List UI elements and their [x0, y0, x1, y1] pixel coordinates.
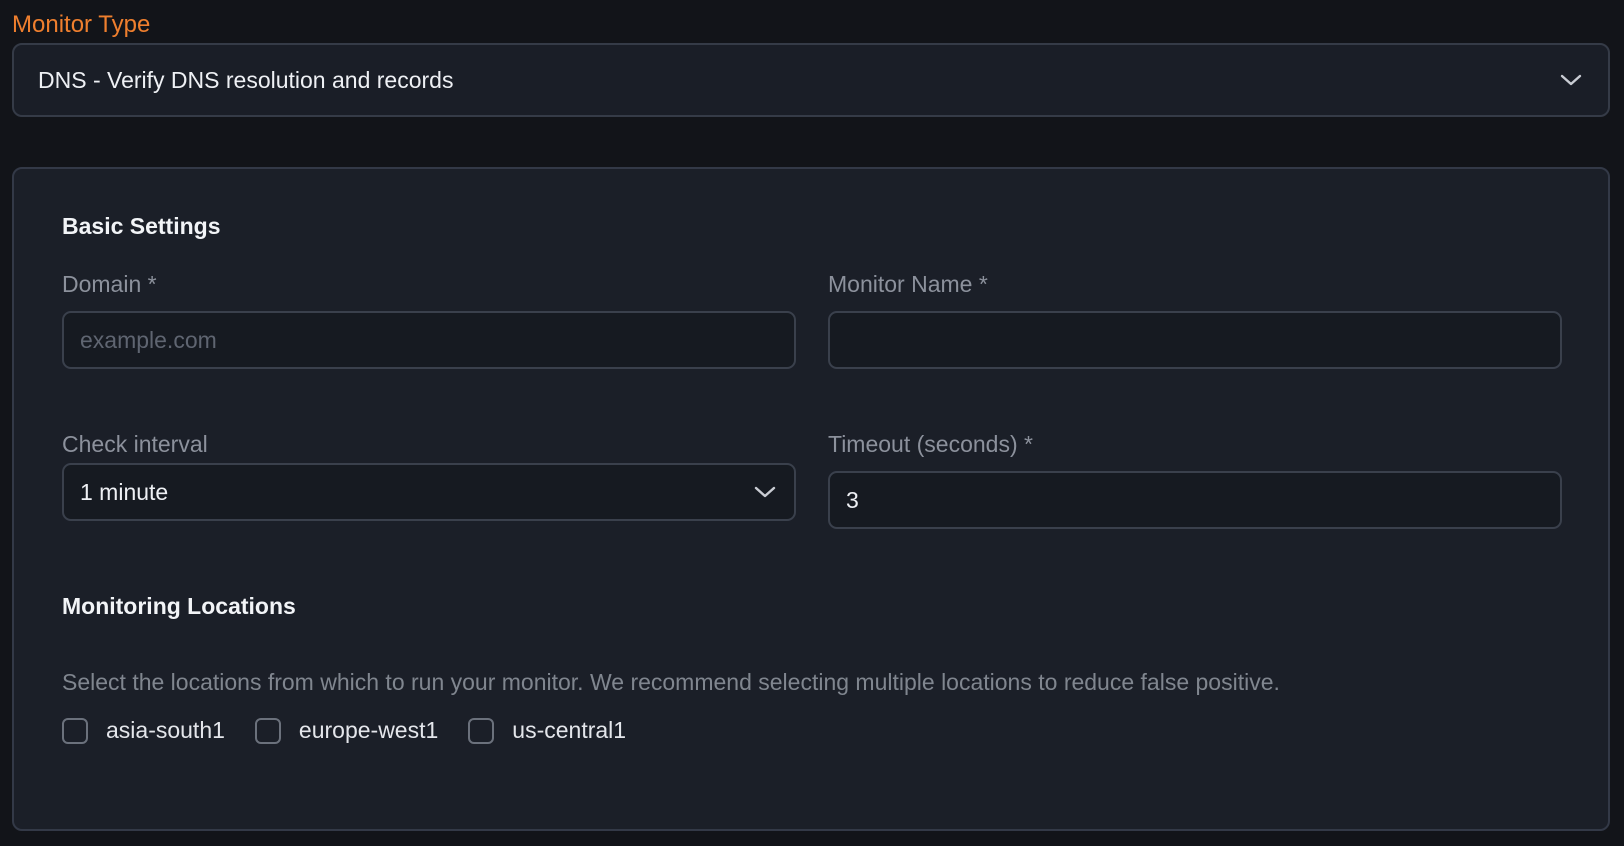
monitor-name-label: Monitor Name *: [828, 271, 988, 297]
location-option-us-central1[interactable]: us-central1: [468, 717, 626, 744]
location-option-asia-south1[interactable]: asia-south1: [62, 717, 225, 744]
check-interval-select[interactable]: 1 minute: [62, 463, 796, 521]
check-interval-label: Check interval: [62, 431, 208, 457]
location-label: europe-west1: [298, 717, 439, 743]
check-interval-value: 1 minute: [80, 478, 169, 505]
monitor-name-input[interactable]: [828, 311, 1562, 369]
monitor-type-label: Monitor Type: [12, 11, 151, 38]
checkbox[interactable]: [468, 717, 495, 744]
location-options: asia-south1 europe-west1 us-central1: [62, 717, 656, 744]
basic-settings-heading: Basic Settings: [62, 213, 221, 239]
locations-help-text: Select the locations from which to run y…: [62, 669, 1280, 695]
location-label: asia-south1: [106, 717, 225, 743]
domain-label: Domain *: [62, 271, 157, 297]
chevron-down-icon: [1558, 67, 1584, 93]
monitor-type-value: DNS - Verify DNS resolution and records: [38, 66, 454, 93]
location-option-europe-west1[interactable]: europe-west1: [254, 717, 439, 744]
monitor-form: Monitor Type DNS - Verify DNS resolution…: [0, 0, 1624, 846]
monitor-type-select[interactable]: DNS - Verify DNS resolution and records: [12, 43, 1610, 117]
timeout-label: Timeout (seconds) *: [828, 431, 1033, 457]
timeout-input[interactable]: [828, 471, 1562, 529]
location-label: us-central1: [512, 717, 627, 743]
settings-panel: Basic Settings Domain * Monitor Name * C…: [12, 167, 1610, 831]
monitoring-locations-heading: Monitoring Locations: [62, 593, 296, 619]
domain-input[interactable]: [62, 311, 796, 369]
checkbox[interactable]: [254, 717, 281, 744]
chevron-down-icon: [752, 479, 778, 505]
checkbox[interactable]: [62, 717, 88, 744]
